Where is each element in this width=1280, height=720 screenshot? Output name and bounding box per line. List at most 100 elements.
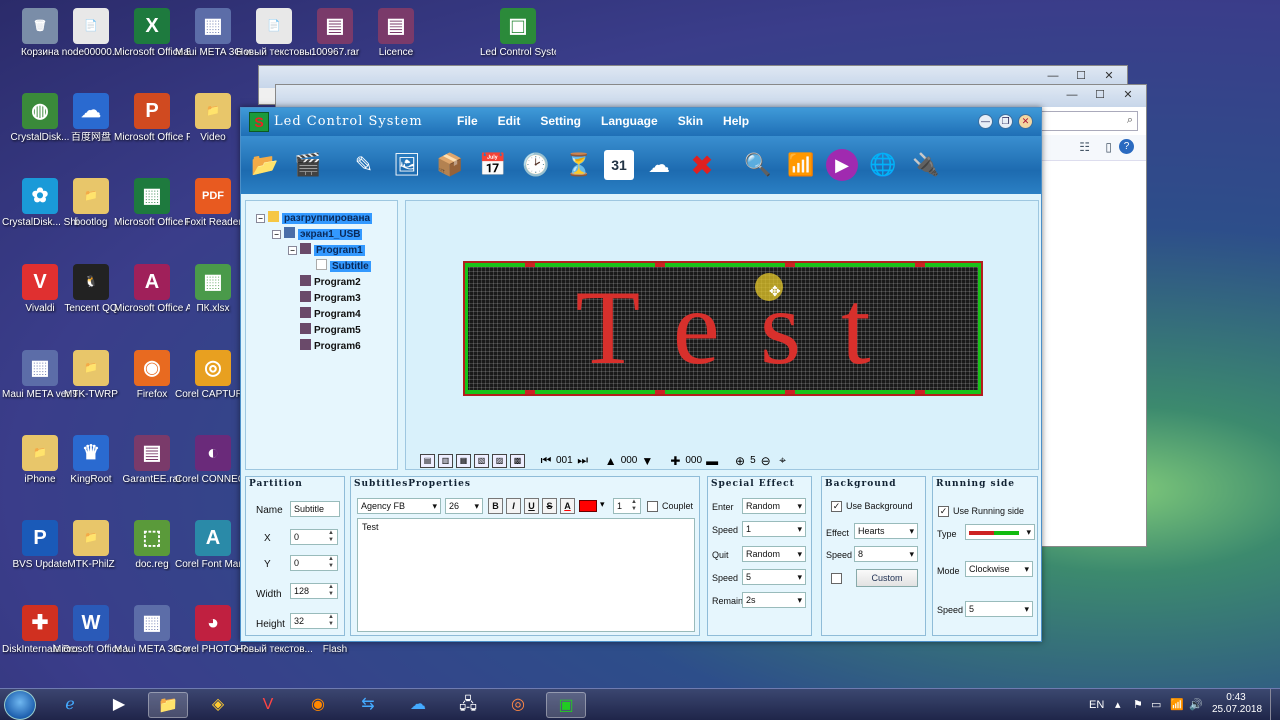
use-background-checkbox[interactable]: ✓ (831, 501, 842, 512)
close-icon[interactable]: ✕ (1097, 68, 1121, 84)
menu-help[interactable]: Help (723, 114, 749, 128)
tree-node-subtitle[interactable]: Subtitle (316, 259, 371, 272)
add-weather-button[interactable]: ☁ (641, 145, 677, 185)
arrow-down-icon[interactable]: ▼ (640, 454, 654, 468)
menu-skin[interactable]: Skin (678, 114, 703, 128)
delete-button[interactable]: ✖ (684, 145, 720, 185)
spinner-icon[interactable]: ▲ ▼ (629, 499, 639, 513)
height-field[interactable]: 32 ▲ ▼ (290, 613, 338, 629)
color-dropdown-icon[interactable]: ▾ (600, 499, 605, 510)
wireless-send-button[interactable]: 📶 (783, 145, 819, 185)
spinner-icon[interactable]: ▲ ▼ (326, 614, 336, 628)
desktop-icon[interactable]: ▤ Licence (358, 8, 434, 59)
tree-node-program3[interactable]: Program3 (300, 291, 361, 304)
close-icon[interactable]: ✕ (1116, 87, 1140, 103)
tree-node-program5[interactable]: Program5 (300, 323, 361, 336)
tree-node-program6[interactable]: Program6 (300, 339, 361, 352)
restore-button[interactable]: ❐ (998, 114, 1013, 129)
taskbar-cloud-icon[interactable]: ☁ (398, 692, 438, 718)
layout-2-icon[interactable]: ▥ (438, 453, 453, 468)
zoom-in-icon[interactable]: ⊕ (733, 454, 747, 468)
width-field[interactable]: 128 ▲ ▼ (290, 583, 338, 599)
usb-export-button[interactable]: 🔌 (908, 145, 944, 185)
tray-flag-icon[interactable]: ⚑ (1133, 689, 1143, 720)
maximize-icon[interactable]: ☐ (1069, 68, 1093, 84)
subtitle-text-editor[interactable]: Test (357, 518, 695, 632)
add-clock-button[interactable]: 🕑 (518, 145, 554, 185)
menu-setting[interactable]: Setting (540, 114, 581, 128)
minimize-icon[interactable]: — (1060, 87, 1084, 103)
add-date-button[interactable]: 31 (604, 150, 634, 180)
tree-node-program1[interactable]: − Program1 (288, 243, 365, 256)
tree-node-screen[interactable]: − экран1_USB (272, 227, 363, 240)
maximize-icon[interactable]: ☐ (1088, 87, 1112, 103)
custom-checkbox[interactable] (831, 573, 842, 584)
layout-5-icon[interactable]: ▨ (492, 453, 507, 468)
layout-3-icon[interactable]: ▦ (456, 453, 471, 468)
spinner-icon[interactable]: ▲ ▼ (326, 584, 336, 598)
text-color-button[interactable]: A (560, 498, 575, 514)
bold-button[interactable]: B (488, 498, 503, 514)
collapse-icon[interactable]: − (256, 214, 265, 223)
use-running-side-checkbox[interactable]: ✓ (938, 506, 949, 517)
background-speed-select[interactable]: 8 (854, 546, 918, 562)
taskbar-vivaldi-icon[interactable]: V (248, 692, 288, 718)
taskbar-media-icon[interactable]: ▶ (99, 692, 139, 718)
tray-battery-icon[interactable]: ▭ (1151, 689, 1161, 720)
background-window-2-titlebar[interactable]: — ☐ ✕ (276, 85, 1146, 107)
menu-file[interactable]: File (457, 114, 478, 128)
taskbar-firefox-icon[interactable]: ◉ (298, 692, 338, 718)
fit-icon[interactable]: ⌖ (776, 453, 790, 468)
layout-1-icon[interactable]: ▤ (420, 453, 435, 468)
couplet-checkbox[interactable] (647, 501, 658, 512)
taskbar-led-control-icon[interactable]: ▣ (546, 692, 586, 718)
led-preview-panel[interactable]: Test ✥ (463, 261, 983, 396)
arrow-up-icon[interactable]: ▲ (604, 454, 618, 468)
menu-edit[interactable]: Edit (498, 114, 521, 128)
taskbar-app-icon[interactable]: ◈ (198, 692, 238, 718)
collapse-icon[interactable]: − (272, 230, 281, 239)
x-field[interactable]: 0 ▲ ▼ (290, 529, 338, 545)
language-indicator[interactable]: EN (1089, 689, 1104, 720)
background-effect-select[interactable]: Hearts (854, 523, 918, 539)
enter-effect-select[interactable]: Random (742, 498, 806, 514)
show-desktop-button[interactable] (1270, 689, 1280, 720)
layout-4-icon[interactable]: ▧ (474, 453, 489, 468)
running-type-select[interactable] (965, 524, 1035, 540)
taskbar-ie-icon[interactable]: ℯ (50, 692, 90, 718)
tray-network-icon[interactable]: 📶 (1170, 689, 1184, 720)
running-mode-select[interactable]: Clockwise (965, 561, 1033, 577)
clock[interactable]: 0:43 25.07.2018 (1212, 692, 1262, 716)
close-button[interactable]: ✕ (1018, 114, 1033, 129)
quit-speed-select[interactable]: 5 (742, 569, 806, 585)
name-field[interactable]: Subtitle (290, 501, 340, 517)
spacing-field[interactable]: 1 ▲ ▼ (613, 498, 641, 514)
custom-button[interactable]: Custom (856, 569, 918, 587)
spinner-icon[interactable]: ▲ ▼ (326, 530, 336, 544)
add-timer-button[interactable]: ⏳ (561, 145, 597, 185)
add-file-button[interactable]: 📦 (432, 145, 468, 185)
plus-icon[interactable]: ✚ (668, 454, 682, 468)
pane-icon[interactable]: ▯ (1105, 140, 1112, 154)
desktop-icon[interactable]: ▣ Led Control System V5 (480, 8, 556, 59)
menu-language[interactable]: Language (601, 114, 658, 128)
color-swatch[interactable] (579, 500, 597, 512)
next-frame-icon[interactable]: ⏭ (576, 453, 590, 468)
enter-speed-select[interactable]: 1 (742, 521, 806, 537)
first-frame-icon[interactable]: ⏮ (539, 453, 553, 468)
spinner-icon[interactable]: ▲ ▼ (326, 556, 336, 570)
led-control-window[interactable]: S Led Control System File Edit Setting L… (240, 107, 1042, 642)
tray-expand-icon[interactable]: ▴ (1115, 689, 1121, 720)
help-icon[interactable]: ? (1119, 139, 1134, 154)
font-size-select[interactable]: 26 (445, 498, 483, 514)
preview-button[interactable]: 🔍 (740, 145, 776, 185)
italic-button[interactable]: I (506, 498, 521, 514)
tree-node-root[interactable]: − разгруппирована (256, 211, 373, 224)
remain-select[interactable]: 2s (742, 592, 806, 608)
taskbar-explorer-icon[interactable]: 📁 (148, 692, 188, 718)
network-send-button[interactable]: 🌐 (865, 145, 901, 185)
add-video-button[interactable]: 🎬 (290, 145, 326, 185)
quit-effect-select[interactable]: Random (742, 546, 806, 562)
add-calendar-button[interactable]: 📅 (475, 145, 511, 185)
view-icon[interactable]: ☷ (1079, 140, 1090, 154)
